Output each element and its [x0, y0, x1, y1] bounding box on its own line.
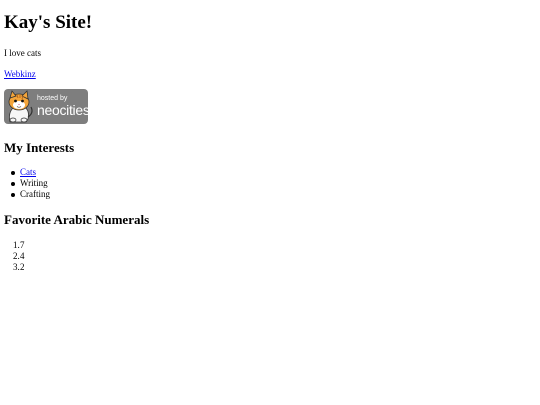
- list-item: Cats: [4, 167, 50, 178]
- neocities-badge[interactable]: hosted by neocities: [4, 89, 88, 124]
- badge-neocities-text: neocities: [37, 102, 88, 118]
- interests-list: Cats Writing Crafting: [4, 167, 50, 200]
- list-item: Writing: [4, 178, 50, 189]
- list-item: 1. 7: [4, 240, 25, 251]
- list-item: 2. 4: [4, 251, 25, 262]
- interests-heading: My Interests: [4, 140, 75, 155]
- bullet-icon: [11, 182, 15, 186]
- tagline: I love cats: [4, 48, 41, 58]
- numerals-heading: Favorite Arabic Numerals: [4, 212, 150, 227]
- numeral-value: 7: [20, 240, 25, 250]
- interest-label: Crafting: [20, 189, 50, 199]
- bullet-icon: [11, 171, 15, 175]
- webkinz-paragraph: Webkinz: [4, 69, 36, 80]
- numerals-list: 1. 7 2. 4 3. 2: [4, 240, 25, 273]
- list-item: Crafting: [4, 189, 50, 200]
- list-item: 3. 2: [4, 262, 25, 273]
- list-marker: 3.: [13, 262, 20, 272]
- list-marker: 1.: [13, 240, 20, 250]
- cats-link[interactable]: Cats: [20, 167, 36, 177]
- numeral-value: 4: [20, 251, 25, 261]
- page-title: Kay's Site!: [4, 12, 93, 33]
- list-marker: 2.: [13, 251, 20, 261]
- interest-label: Writing: [20, 178, 48, 188]
- numeral-value: 2: [20, 262, 25, 272]
- bullet-icon: [11, 193, 15, 197]
- webkinz-link[interactable]: Webkinz: [4, 69, 36, 79]
